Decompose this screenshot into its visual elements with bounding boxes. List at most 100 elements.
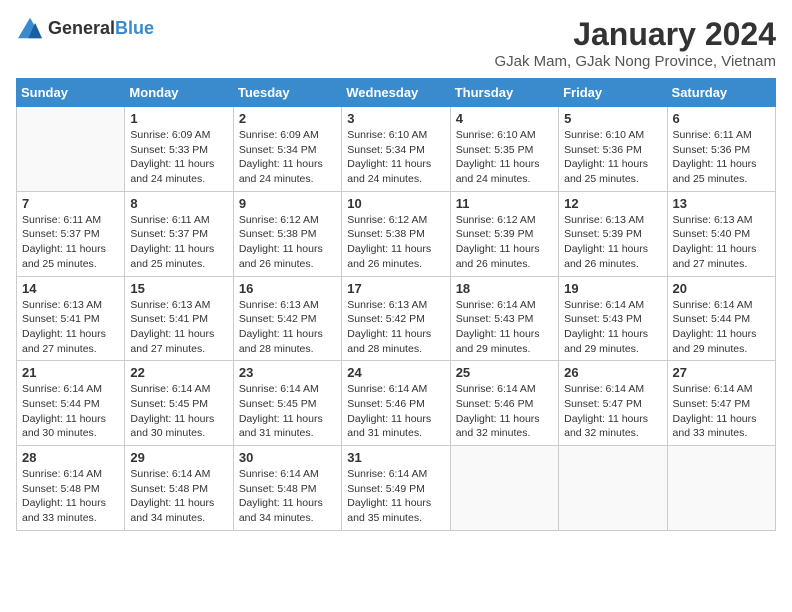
daylight-text-line2: and 31 minutes. [347, 426, 444, 441]
calendar-cell: 21Sunrise: 6:14 AMSunset: 5:44 PMDayligh… [17, 361, 125, 446]
calendar-table: SundayMondayTuesdayWednesdayThursdayFrid… [16, 78, 776, 531]
daylight-text-line2: and 26 minutes. [239, 257, 336, 272]
daylight-text-line2: and 34 minutes. [130, 511, 227, 526]
day-number: 16 [239, 281, 336, 296]
daylight-text-line1: Daylight: 11 hours [22, 242, 119, 257]
daylight-text-line2: and 30 minutes. [22, 426, 119, 441]
sunset-text: Sunset: 5:41 PM [130, 312, 227, 327]
daylight-text-line1: Daylight: 11 hours [456, 412, 553, 427]
sunset-text: Sunset: 5:48 PM [239, 482, 336, 497]
daylight-text-line1: Daylight: 11 hours [673, 327, 770, 342]
calendar-week-row: 14Sunrise: 6:13 AMSunset: 5:41 PMDayligh… [17, 276, 776, 361]
daylight-text-line1: Daylight: 11 hours [673, 412, 770, 427]
logo-icon [16, 16, 44, 40]
weekday-header-cell: Sunday [17, 79, 125, 107]
calendar-cell: 10Sunrise: 6:12 AMSunset: 5:38 PMDayligh… [342, 191, 450, 276]
sunset-text: Sunset: 5:34 PM [239, 143, 336, 158]
day-number: 31 [347, 450, 444, 465]
day-number: 12 [564, 196, 661, 211]
logo-text-blue: Blue [115, 18, 154, 38]
daylight-text-line1: Daylight: 11 hours [347, 496, 444, 511]
day-number: 8 [130, 196, 227, 211]
sunset-text: Sunset: 5:38 PM [347, 227, 444, 242]
calendar-cell [450, 446, 558, 531]
day-number: 25 [456, 365, 553, 380]
daylight-text-line2: and 24 minutes. [456, 172, 553, 187]
daylight-text-line2: and 35 minutes. [347, 511, 444, 526]
day-number: 27 [673, 365, 770, 380]
day-number: 23 [239, 365, 336, 380]
sunset-text: Sunset: 5:48 PM [22, 482, 119, 497]
sunrise-text: Sunrise: 6:12 AM [239, 213, 336, 228]
day-number: 14 [22, 281, 119, 296]
sunrise-text: Sunrise: 6:11 AM [22, 213, 119, 228]
sunset-text: Sunset: 5:46 PM [347, 397, 444, 412]
calendar-cell: 15 Sunrise: 6:13 AMSunset: 5:41 PMDayligh… [125, 276, 233, 361]
sunrise-text: Sunrise: 6:14 AM [347, 382, 444, 397]
weekday-header-cell: Wednesday [342, 79, 450, 107]
calendar-cell: 5Sunrise: 6:10 AMSunset: 5:36 PMDaylight… [559, 107, 667, 192]
calendar-cell: 30Sunrise: 6:14 AMSunset: 5:48 PMDayligh… [233, 446, 341, 531]
sunrise-text: Sunrise: 6:14 AM [347, 467, 444, 482]
sunrise-text: Sunrise: 6:13 AM [239, 298, 336, 313]
day-number: 2 [239, 111, 336, 126]
sunset-text: Sunset: 5:46 PM [456, 397, 553, 412]
calendar-cell: 14Sunrise: 6:13 AMSunset: 5:41 PMDayligh… [17, 276, 125, 361]
sunset-text: Sunset: 5:47 PM [673, 397, 770, 412]
sunset-text: Sunset: 5:39 PM [564, 227, 661, 242]
daylight-text-line1: Daylight: 11 hours [239, 412, 336, 427]
sunrise-text: Sunrise: 6:14 AM [673, 298, 770, 313]
sunrise-text: Sunrise: 6:13 AM [130, 298, 227, 313]
sunrise-text: Sunrise: 6:11 AM [673, 128, 770, 143]
day-number: 4 [456, 111, 553, 126]
daylight-text-line1: Daylight: 11 hours [130, 496, 227, 511]
weekday-header-cell: Monday [125, 79, 233, 107]
daylight-text-line1: Daylight: 11 hours [130, 157, 227, 172]
calendar-cell: 16Sunrise: 6:13 AMSunset: 5:42 PMDayligh… [233, 276, 341, 361]
sunset-text: Sunset: 5:44 PM [673, 312, 770, 327]
sunset-text: Sunset: 5:42 PM [239, 312, 336, 327]
day-number: 5 [564, 111, 661, 126]
sunset-text: Sunset: 5:45 PM [239, 397, 336, 412]
daylight-text-line1: Daylight: 11 hours [564, 327, 661, 342]
daylight-text-line1: Daylight: 11 hours [239, 496, 336, 511]
calendar-week-row: 28Sunrise: 6:14 AMSunset: 5:48 PMDayligh… [17, 446, 776, 531]
day-number: 1 [130, 111, 227, 126]
daylight-text-line2: and 33 minutes. [673, 426, 770, 441]
daylight-text-line1: Daylight: 11 hours [564, 412, 661, 427]
daylight-text-line1: Daylight: 11 hours [456, 327, 553, 342]
daylight-text-line1: Daylight: 11 hours [673, 157, 770, 172]
sunset-text: Sunset: 5:40 PM [673, 227, 770, 242]
day-number: 21 [22, 365, 119, 380]
day-number: 30 [239, 450, 336, 465]
sunrise-text: Sunrise: 6:14 AM [673, 382, 770, 397]
sunset-text: Sunset: 5:39 PM [456, 227, 553, 242]
daylight-text-line2: and 34 minutes. [239, 511, 336, 526]
calendar-cell: 8Sunrise: 6:11 AMSunset: 5:37 PMDaylight… [125, 191, 233, 276]
calendar-cell: 27 Sunrise: 6:14 AMSunset: 5:47 PMDayligh… [667, 361, 775, 446]
calendar-subtitle: GJak Mam, GJak Nong Province, Vietnam [495, 53, 777, 70]
sunrise-text: Sunrise: 6:14 AM [22, 382, 119, 397]
daylight-text-line1: Daylight: 11 hours [22, 327, 119, 342]
daylight-text-line1: Daylight: 11 hours [22, 496, 119, 511]
daylight-text-line1: Daylight: 11 hours [673, 242, 770, 257]
day-number: 15 [130, 281, 227, 296]
daylight-text-line2: and 28 minutes. [239, 342, 336, 357]
daylight-text-line1: Daylight: 11 hours [130, 327, 227, 342]
day-number: 20 [673, 281, 770, 296]
weekday-header-cell: Saturday [667, 79, 775, 107]
day-number: 28 [22, 450, 119, 465]
calendar-cell: 22Sunrise: 6:14 AMSunset: 5:45 PMDayligh… [125, 361, 233, 446]
daylight-text-line1: Daylight: 11 hours [347, 157, 444, 172]
sunset-text: Sunset: 5:37 PM [22, 227, 119, 242]
sunrise-text: Sunrise: 6:13 AM [22, 298, 119, 313]
sunrise-text: Sunrise: 6:14 AM [130, 467, 227, 482]
daylight-text-line1: Daylight: 11 hours [347, 327, 444, 342]
daylight-text-line1: Daylight: 11 hours [347, 412, 444, 427]
day-number: 26 [564, 365, 661, 380]
day-number: 19 [564, 281, 661, 296]
calendar-cell: 28Sunrise: 6:14 AMSunset: 5:48 PMDayligh… [17, 446, 125, 531]
logo: GeneralBlue [16, 16, 154, 40]
sunset-text: Sunset: 5:47 PM [564, 397, 661, 412]
calendar-cell: 31Sunrise: 6:14 AMSunset: 5:49 PMDayligh… [342, 446, 450, 531]
